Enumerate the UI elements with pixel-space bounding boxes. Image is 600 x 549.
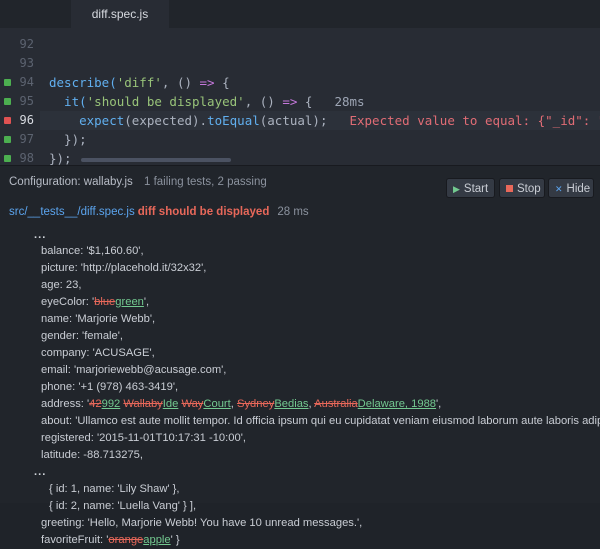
diff-line: about: 'Ullamco est aute mollit tempor. … bbox=[41, 415, 600, 427]
code-line-97[interactable]: }); bbox=[49, 130, 600, 149]
coverage-pass-marker bbox=[4, 136, 11, 143]
test-name[interactable]: diff should be displayed bbox=[138, 206, 270, 218]
added-text: Ide bbox=[162, 398, 179, 410]
panel-header: Configuration: wallaby.js 1 failing test… bbox=[0, 165, 600, 202]
diff-line: eyeColor: 'bluegreen', bbox=[41, 296, 150, 308]
start-button[interactable]: ▶ Start bbox=[446, 178, 495, 198]
code-line-95[interactable]: it('should be displayed', () => {28ms bbox=[49, 92, 600, 111]
code-editor[interactable]: diff.spec.js 92 93 94 95 96 97 98 descri… bbox=[0, 0, 600, 165]
tab-diff-spec[interactable]: diff.spec.js bbox=[71, 0, 169, 28]
diff-line: age: 23, bbox=[41, 279, 82, 291]
coverage-pass-marker bbox=[4, 79, 11, 86]
diff-line: company: 'ACUSAGE', bbox=[41, 347, 155, 359]
diff-line: email: 'marjoriewebb@acusage.com', bbox=[41, 364, 227, 376]
failing-test-header: src/__tests__/diff.spec.js diff should be… bbox=[9, 206, 309, 218]
code-line-98[interactable]: }); bbox=[49, 149, 600, 165]
inline-duration: 28ms bbox=[334, 94, 365, 109]
added-text: green bbox=[115, 296, 144, 308]
test-status-summary: 1 failing tests, 2 passing bbox=[144, 176, 267, 188]
removed-text: blue bbox=[94, 296, 116, 308]
added-text: apple bbox=[143, 534, 171, 546]
diff-line: registered: '2015-11-01T10:17:31 -10:00'… bbox=[41, 432, 246, 444]
play-icon: ▶ bbox=[453, 184, 460, 194]
line-number: 96 bbox=[0, 111, 40, 130]
removed-text: Way bbox=[181, 398, 204, 410]
stop-icon bbox=[506, 185, 513, 192]
diff-line: picture: 'http://placehold.it/32x32', bbox=[41, 262, 207, 274]
diff-ellipsis: ... bbox=[34, 466, 47, 478]
diff-ellipsis: ... bbox=[34, 229, 47, 241]
line-number: 95 bbox=[0, 92, 40, 111]
removed-text: 42 bbox=[89, 398, 102, 410]
removed-text: Australia bbox=[314, 398, 358, 410]
inline-error-message: Expected value to equal: {"_id": "59c bbox=[349, 113, 600, 128]
line-number: 98 bbox=[0, 149, 40, 165]
code-line-96[interactable]: expect(expected).toEqual(actual); Expecte… bbox=[40, 111, 600, 130]
diff-line: { id: 1, name: 'Lily Shaw' }, bbox=[49, 483, 180, 495]
hide-icon: ✕ bbox=[555, 184, 563, 194]
diff-line: phone: '+1 (978) 463-3419', bbox=[41, 381, 179, 393]
wallaby-panel: Configuration: wallaby.js 1 failing test… bbox=[0, 165, 600, 546]
coverage-pass-marker bbox=[4, 155, 11, 162]
diff-line: latitude: -88.713275, bbox=[41, 449, 144, 461]
stop-button[interactable]: Stop bbox=[499, 178, 545, 198]
diff-line: balance: '$1,160.60', bbox=[41, 245, 144, 257]
coverage-fail-marker bbox=[4, 117, 11, 124]
hide-button[interactable]: ✕ Hide bbox=[548, 178, 594, 198]
diff-line: { id: 2, name: 'Luella Vang' } ], bbox=[49, 500, 197, 512]
coverage-pass-marker bbox=[4, 98, 11, 105]
line-number: 97 bbox=[0, 130, 40, 149]
test-file-link[interactable]: src/__tests__/diff.spec.js bbox=[9, 206, 135, 218]
added-text: Delaware, 1988 bbox=[357, 398, 437, 410]
removed-text: Sydney bbox=[236, 398, 275, 410]
added-text: Bedias bbox=[274, 398, 309, 410]
configuration-label: Configuration: wallaby.js bbox=[9, 176, 133, 188]
diff-line: gender: 'female', bbox=[41, 330, 124, 342]
removed-text: orange bbox=[108, 534, 144, 546]
line-number: 93 bbox=[19, 56, 34, 70]
diff-line: favoriteFruit: 'orangeapple' } bbox=[41, 534, 180, 546]
test-duration: 28 ms bbox=[277, 206, 309, 218]
line-number: 92 bbox=[19, 37, 34, 51]
diff-line: name: 'Marjorie Webb', bbox=[41, 313, 156, 325]
tab-bar: diff.spec.js bbox=[0, 0, 600, 28]
diff-line: greeting: 'Hello, Marjorie Webb! You hav… bbox=[41, 517, 363, 529]
added-text: Court bbox=[203, 398, 231, 410]
added-text: 992 bbox=[101, 398, 121, 410]
code-line-94[interactable]: describe('diff', () => { bbox=[49, 73, 600, 92]
line-number: 94 bbox=[0, 73, 40, 92]
removed-text: Wallaby bbox=[123, 398, 163, 410]
horizontal-scrollbar[interactable] bbox=[81, 158, 231, 162]
diff-line: address: '42992 WallabyIde WayCourt, Syd… bbox=[41, 398, 442, 410]
